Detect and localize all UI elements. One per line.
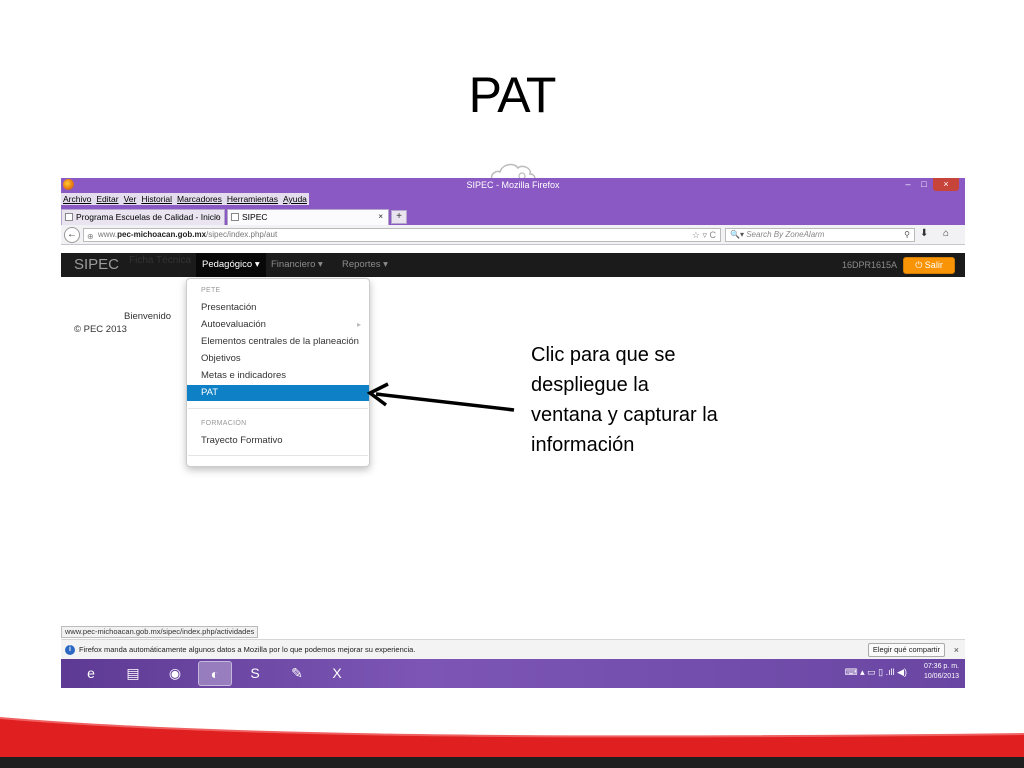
- pointer-arrow-icon: [366, 382, 515, 412]
- footer-bar: [0, 757, 1024, 768]
- callout-text: Clic para que se despliegue la ventana y…: [531, 344, 718, 456]
